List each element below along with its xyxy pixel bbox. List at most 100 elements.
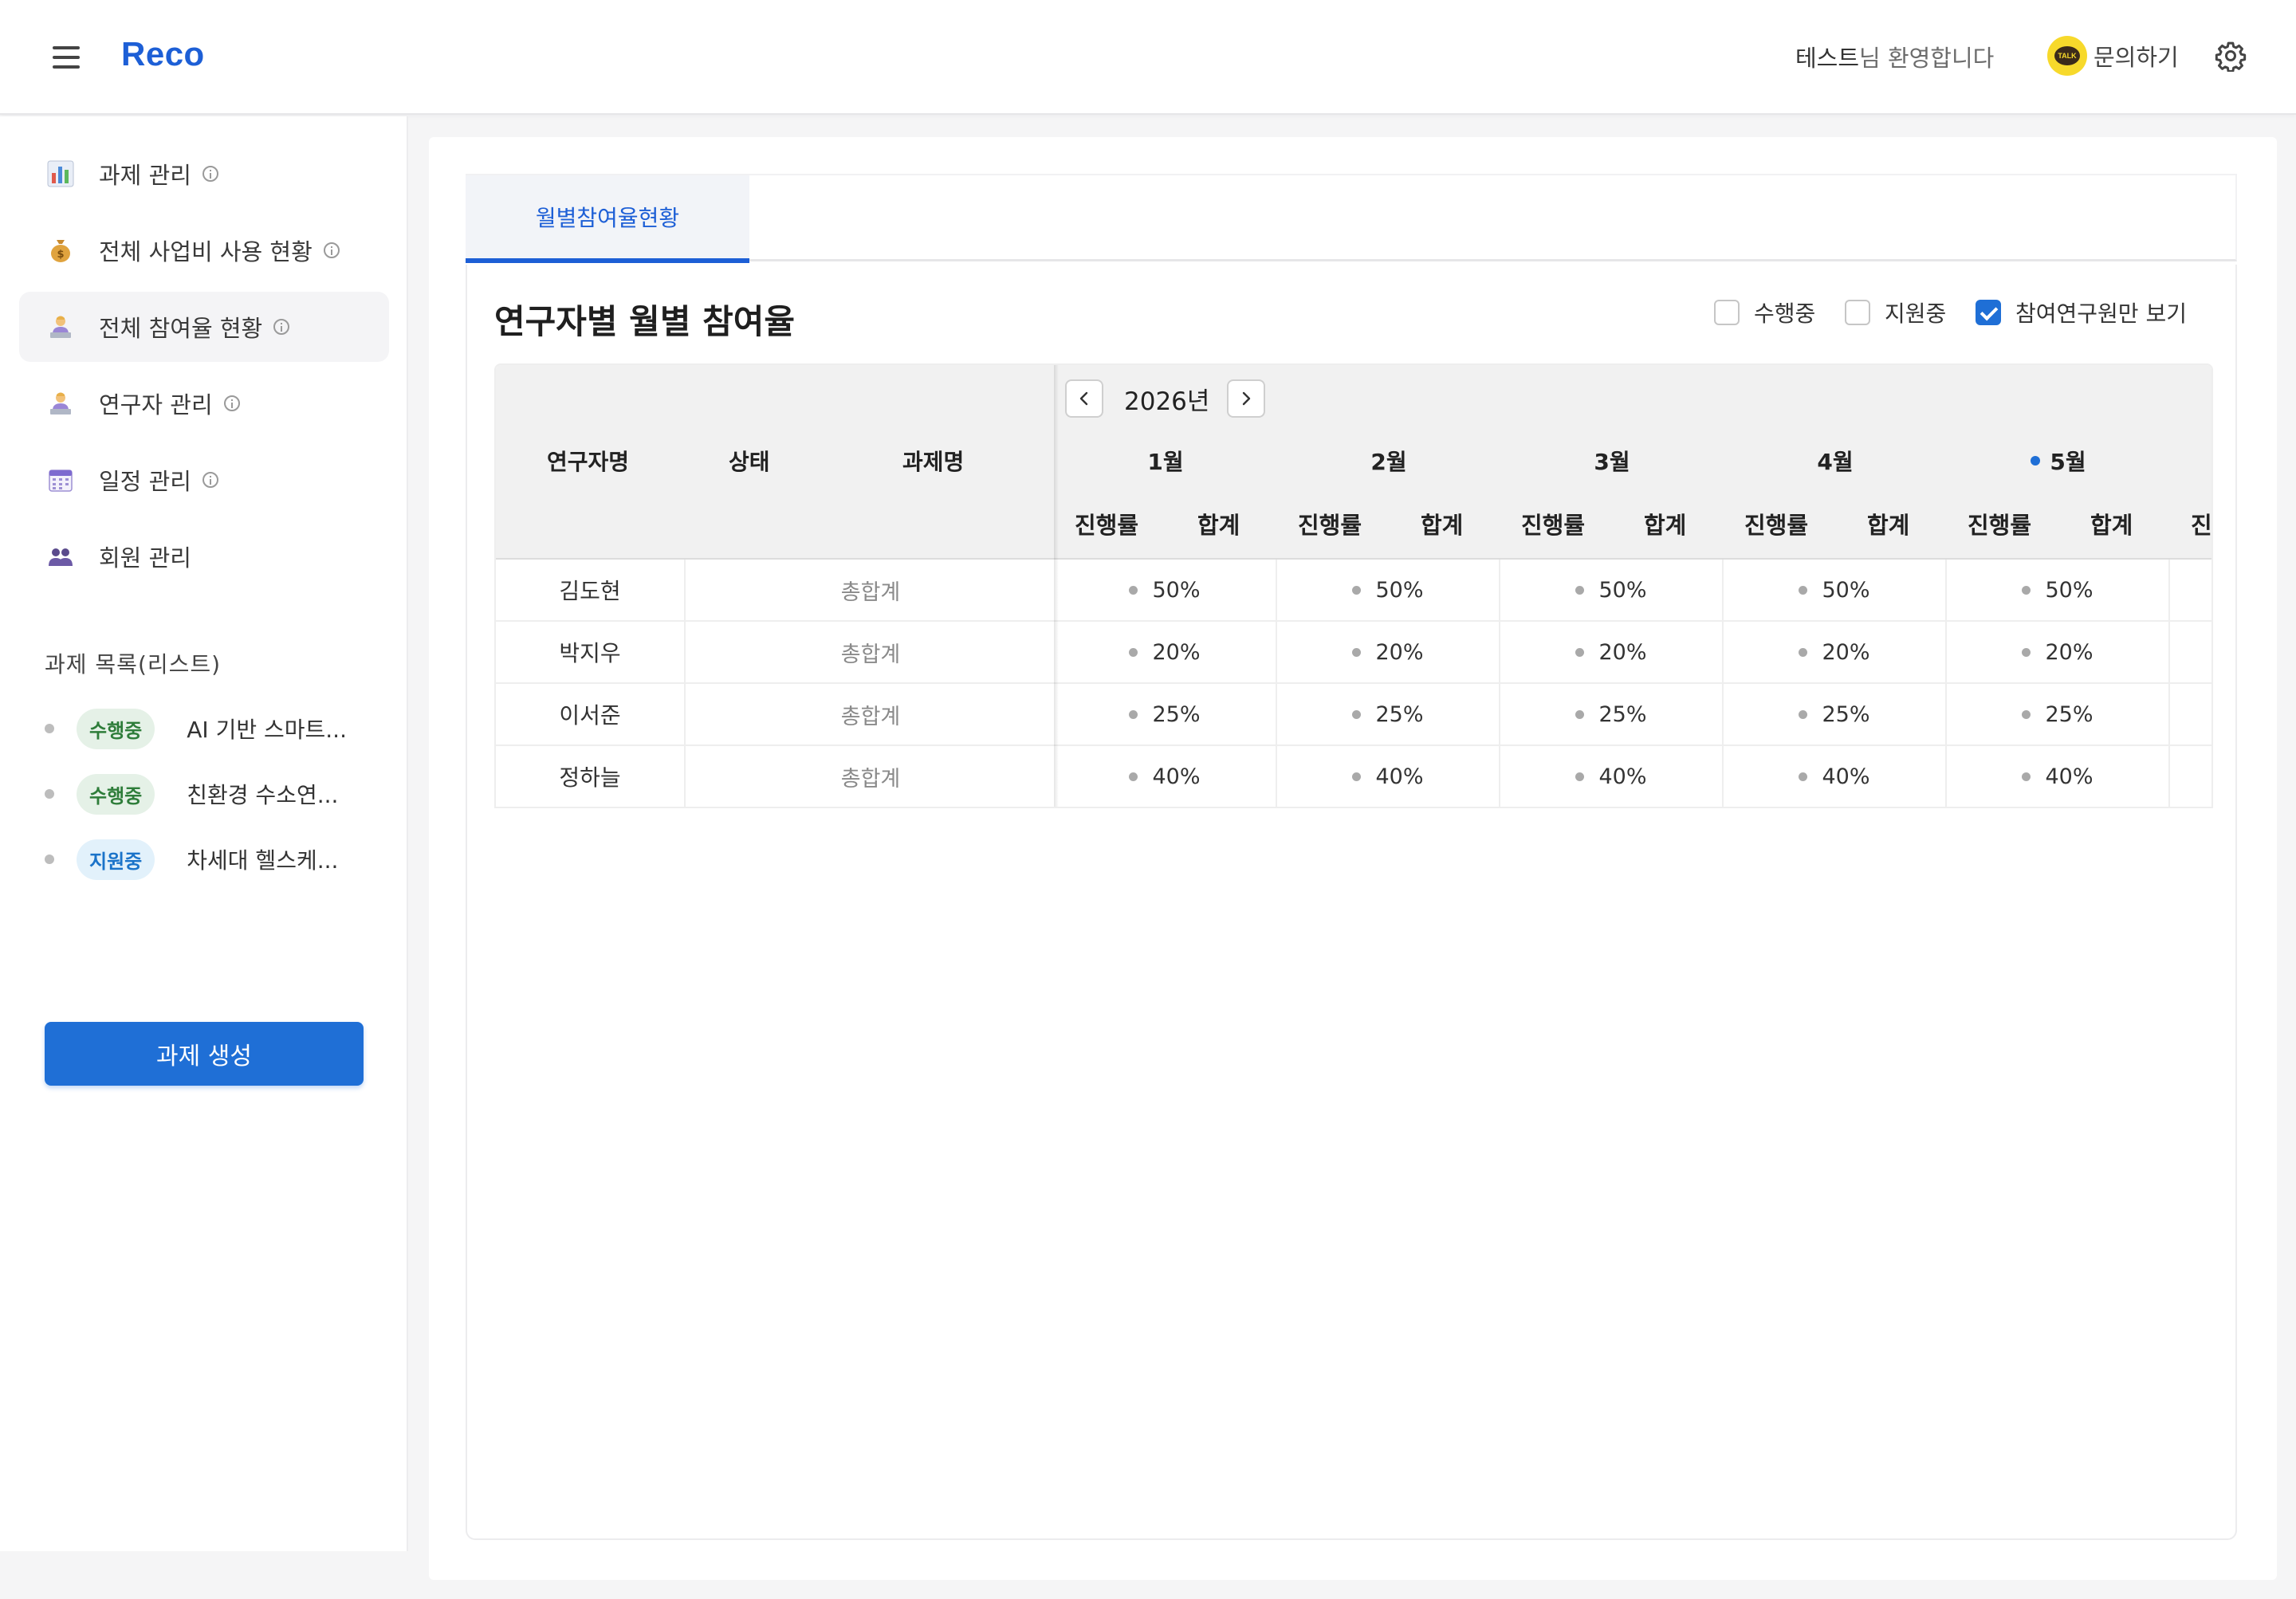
sidebar-item-participation-status[interactable]: 전체 참여율 현황 bbox=[19, 292, 389, 362]
bullet-dot bbox=[45, 789, 54, 799]
participation-value: 40% bbox=[1598, 764, 1647, 789]
prev-year-button[interactable] bbox=[1065, 379, 1103, 418]
status-dot bbox=[1352, 585, 1362, 595]
tab-bar: 월별참여율현황 bbox=[466, 174, 2237, 263]
total-label: 총합계 bbox=[840, 704, 901, 729]
status-dot bbox=[1575, 585, 1585, 595]
status-dot bbox=[1129, 709, 1138, 719]
tab-monthly-participation[interactable]: 월별참여율현황 bbox=[466, 175, 749, 263]
status-badge: 수행중 bbox=[77, 708, 155, 749]
info-icon[interactable] bbox=[323, 242, 340, 258]
info-icon[interactable] bbox=[223, 395, 240, 411]
filter-label: 지원중 bbox=[1885, 301, 1947, 327]
month-value-cell: 25% bbox=[1277, 684, 1500, 744]
svg-text:$: $ bbox=[57, 249, 64, 261]
info-icon[interactable] bbox=[273, 319, 290, 335]
project-name: AI 기반 스마트... bbox=[187, 717, 347, 743]
month-value-cell: 20% bbox=[1277, 622, 1500, 682]
project-list-title: 과제 목록(리스트) bbox=[45, 651, 222, 678]
app-logo[interactable]: Reco bbox=[121, 35, 205, 73]
checkbox[interactable] bbox=[1714, 300, 1740, 325]
table-header-fixed: 연구자명 상태 과제명 bbox=[496, 365, 1054, 560]
main-content: 월별참여율현황 연구자별 월별 참여율 수행중 지원중 참여연구원만 보기 연구… bbox=[429, 137, 2277, 1580]
checkbox-checked[interactable] bbox=[1976, 300, 2001, 325]
participation-value: 50% bbox=[1822, 577, 1870, 603]
project-list-item[interactable]: 수행중 AI 기반 스마트... bbox=[45, 706, 379, 751]
create-project-button[interactable]: 과제 생성 bbox=[45, 1022, 364, 1086]
month-value-cell: 25% bbox=[1724, 684, 1947, 744]
participation-table: 연구자명 상태 과제명 2026년 1월 2월 3월 4월 5월 진행률 합계 … bbox=[494, 363, 2213, 808]
participation-value: 50% bbox=[2045, 577, 2094, 603]
status-badge: 수행중 bbox=[77, 773, 155, 815]
sidebar-item-label: 회원 관리 bbox=[99, 544, 191, 572]
participation-value: 20% bbox=[2045, 639, 2094, 665]
status-dot bbox=[1129, 772, 1138, 781]
sidebar-item-member-management[interactable]: 회원 관리 bbox=[19, 521, 389, 591]
menu-icon[interactable] bbox=[53, 46, 80, 69]
table-row[interactable]: 박지우 총합계 20% 20% 20% 20% 20% bbox=[496, 622, 2211, 684]
status-dot bbox=[1799, 585, 1808, 595]
sub-header-progress: 진행률 bbox=[1968, 512, 2032, 539]
project-list-item[interactable]: 지원중 차세대 헬스케... bbox=[45, 837, 379, 882]
filter-applying[interactable]: 지원중 bbox=[1845, 297, 1946, 328]
sidebar-item-label: 전체 참여율 현황 bbox=[99, 315, 263, 342]
participation-value: 20% bbox=[1822, 639, 1870, 665]
chevron-left-icon bbox=[1079, 391, 1088, 406]
fixed-column-shadow bbox=[1054, 365, 1059, 807]
table-row[interactable]: 이서준 총합계 25% 25% 25% 25% 25% bbox=[496, 684, 2211, 746]
status-dot bbox=[1575, 709, 1585, 719]
status-dot bbox=[1352, 709, 1362, 719]
welcome-suffix: 님 환영합니다 bbox=[1859, 45, 1995, 72]
status-dot bbox=[1129, 585, 1138, 595]
column-header-status: 상태 bbox=[729, 449, 770, 475]
filter-in-progress[interactable]: 수행중 bbox=[1714, 297, 1815, 328]
bullet-dot bbox=[45, 855, 54, 864]
month-value-cell: 50% bbox=[1277, 560, 1500, 620]
info-icon[interactable] bbox=[202, 166, 218, 182]
page-title: 연구자별 월별 참여율 bbox=[494, 302, 796, 341]
status-dot bbox=[1129, 647, 1138, 657]
filter-participants-only[interactable]: 참여연구원만 보기 bbox=[1976, 297, 2187, 328]
status-badge: 지원중 bbox=[77, 839, 155, 880]
settings-gear-icon[interactable] bbox=[2215, 40, 2247, 72]
top-header: Reco 테스트님 환영합니다 TALK 문의하기 bbox=[0, 0, 2296, 115]
month-header: 2월 bbox=[1370, 449, 1407, 475]
sidebar-item-budget-status[interactable]: $ 전체 사업비 사용 현황 bbox=[19, 215, 389, 285]
year-navigator: 2026년 bbox=[1065, 379, 1266, 418]
sidebar-item-label: 일정 관리 bbox=[99, 468, 191, 495]
contact-button[interactable]: TALK 문의하기 bbox=[2047, 35, 2179, 77]
column-header-researcher: 연구자명 bbox=[547, 449, 630, 475]
sub-header-total: 합계 bbox=[1421, 512, 1464, 539]
project-name: 차세대 헬스케... bbox=[187, 847, 339, 874]
next-year-button[interactable] bbox=[1227, 379, 1266, 418]
chevron-right-icon bbox=[1243, 391, 1251, 406]
sidebar-item-schedule-management[interactable]: 일정 관리 bbox=[19, 445, 389, 515]
info-icon[interactable] bbox=[202, 472, 218, 488]
status-dot bbox=[1352, 647, 1362, 657]
sub-header-progress: 진행률 bbox=[1744, 512, 1809, 539]
participation-value: 40% bbox=[2045, 764, 2094, 789]
sidebar-item-label: 연구자 관리 bbox=[99, 391, 213, 418]
participation-value: 25% bbox=[1375, 701, 1424, 727]
sidebar-item-label: 전체 사업비 사용 현황 bbox=[99, 238, 313, 265]
filter-label: 수행중 bbox=[1754, 301, 1816, 327]
contact-label: 문의하기 bbox=[2094, 44, 2179, 71]
status-dot bbox=[1352, 772, 1362, 781]
project-name: 친환경 수소연... bbox=[187, 782, 339, 808]
month-value-cell: 50% bbox=[1054, 560, 1277, 620]
checkbox[interactable] bbox=[1845, 300, 1870, 325]
table-row[interactable]: 정하늘 총합계 40% 40% 40% 40% 40% bbox=[496, 746, 2211, 807]
total-label: 총합계 bbox=[840, 642, 901, 667]
sidebar-item-task-management[interactable]: 과제 관리 bbox=[19, 139, 389, 209]
status-dot bbox=[1799, 647, 1808, 657]
researcher-name: 정하늘 bbox=[496, 746, 686, 807]
sub-header-total: 합계 bbox=[2090, 512, 2133, 539]
sidebar: 과제 관리 $ 전체 사업비 사용 현황 전체 참여율 현황 연구자 관리 일정… bbox=[0, 116, 408, 1551]
table-row[interactable]: 김도현 총합계 50% 50% 50% 50% 50% bbox=[496, 560, 2211, 622]
project-list-item[interactable]: 수행중 친환경 수소연... bbox=[45, 772, 379, 816]
sidebar-item-researcher-management[interactable]: 연구자 관리 bbox=[19, 368, 389, 438]
researcher-name: 박지우 bbox=[496, 622, 686, 682]
sub-header-progress-partial: 진 bbox=[2191, 512, 2212, 539]
participation-value: 50% bbox=[1152, 577, 1201, 603]
status-dot bbox=[1575, 772, 1585, 781]
